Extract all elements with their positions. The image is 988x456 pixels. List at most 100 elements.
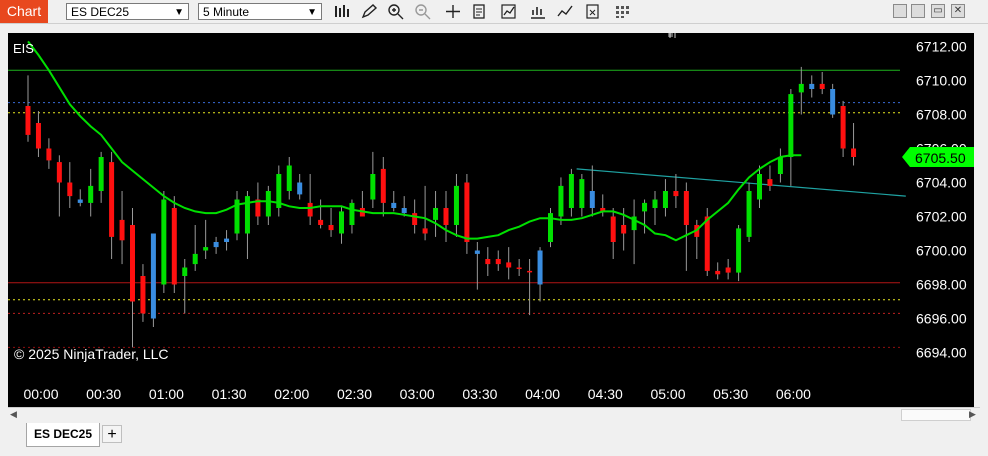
candle-60: [652, 191, 658, 225]
add-tab-button[interactable]: +: [102, 425, 122, 443]
candle-71: [767, 165, 773, 191]
instrument-selector[interactable]: ES DEC25 ▼: [66, 3, 189, 20]
pencil-icon[interactable]: [360, 3, 378, 20]
candle-body: [391, 202, 397, 208]
candle-body: [715, 270, 721, 275]
candle-64: [694, 219, 700, 259]
grid-icon[interactable]: [613, 3, 631, 20]
candle-22: [255, 182, 261, 225]
candle-body: [140, 276, 146, 314]
candle-17: [203, 219, 209, 259]
close-icon[interactable]: ✕: [951, 4, 965, 18]
candle-50: [548, 208, 553, 248]
candle-74: [798, 66, 804, 115]
candle-45: [495, 250, 501, 271]
price-chart[interactable]: 6712.006710.006708.006706.006704.006702.…: [8, 33, 974, 407]
candle-59: [642, 199, 648, 234]
candle-36: [401, 196, 407, 217]
candle-76: [819, 72, 825, 95]
data-box-icon[interactable]: [471, 3, 489, 20]
candle-body: [642, 202, 648, 212]
candle-body: [568, 174, 574, 208]
indicators-icon[interactable]: [500, 3, 518, 20]
horizontal-scrollbar[interactable]: ◀ ▶: [8, 407, 980, 422]
x-tick-label: 01:30: [212, 386, 247, 402]
chevron-down-icon: ▼: [307, 7, 317, 18]
x-tick-label: 02:00: [274, 386, 309, 402]
strategies-icon[interactable]: [529, 3, 547, 20]
x-tick-label: 02:30: [337, 386, 372, 402]
y-tick-label: 6710.00: [916, 73, 967, 89]
candle-body: [119, 219, 125, 241]
candle-33: [370, 151, 376, 208]
candle-body: [307, 202, 313, 217]
y-tick-label: 6712.00: [916, 39, 967, 55]
x-tick-label: 03:30: [462, 386, 497, 402]
candle-42: [464, 174, 470, 254]
candle-body: [830, 89, 836, 115]
price-badge: 6705.50: [902, 147, 974, 167]
candle-body: [506, 262, 512, 268]
scroll-thumb[interactable]: [901, 409, 971, 421]
candle-9: [119, 191, 125, 265]
candle-25: [286, 157, 292, 200]
candle-48: [527, 259, 533, 316]
candle-body: [527, 270, 533, 273]
tab-es-dec25[interactable]: ES DEC25: [26, 423, 100, 447]
candle-body: [704, 216, 710, 271]
chart-trader-icon[interactable]: [556, 3, 574, 20]
candle-31: [349, 199, 355, 234]
candle-41: [453, 174, 459, 237]
candle-29: [328, 208, 334, 237]
bar-style-icon[interactable]: [333, 3, 351, 20]
candle-56: [610, 208, 616, 259]
candle-body: [798, 83, 804, 93]
chevron-down-icon: ▼: [174, 7, 184, 18]
candle-body: [485, 259, 491, 265]
candle-53: [579, 174, 585, 217]
crosshair-icon[interactable]: [444, 3, 462, 20]
scroll-right-icon[interactable]: ▶: [969, 409, 976, 420]
candle-body: [495, 259, 501, 265]
candle-78: [840, 100, 846, 157]
candle-49: [537, 247, 543, 302]
candle-body: [757, 174, 762, 200]
maximize-icon[interactable]: ▭: [931, 4, 945, 18]
candle-12: [150, 233, 156, 327]
candle-77: [830, 83, 836, 118]
candle-13: [161, 191, 167, 293]
candle-6: [88, 168, 94, 217]
candle-5: [77, 189, 83, 207]
candle-body: [224, 238, 230, 242]
instrument-label: EIS: [13, 41, 34, 56]
candle-body: [35, 123, 41, 149]
candle-15: [182, 259, 188, 314]
candle-body: [286, 165, 292, 191]
chart-tab[interactable]: Chart: [0, 0, 48, 23]
candle-body: [589, 191, 595, 208]
trendline[interactable]: [576, 168, 906, 197]
zoom-out-icon[interactable]: [414, 3, 432, 20]
zoom-in-icon[interactable]: [387, 3, 405, 20]
candle-body: [683, 191, 689, 225]
restore-icon[interactable]: [911, 4, 925, 18]
candle-body: [88, 185, 94, 203]
candle-body: [788, 94, 794, 157]
candle-body: [150, 233, 156, 319]
minimize-icon[interactable]: [893, 4, 907, 18]
chart-panel[interactable]: 6712.006710.006708.006706.006704.006702.…: [8, 33, 974, 407]
candle-21: [244, 191, 250, 259]
interval-selector[interactable]: 5 Minute ▼: [198, 3, 322, 20]
candle-11: [140, 264, 146, 322]
candle-body: [443, 208, 449, 225]
candle-26: [297, 174, 303, 200]
candle-body: [464, 182, 470, 242]
candle-54: [589, 165, 595, 217]
candle-body: [56, 162, 62, 183]
candle-body: [725, 267, 731, 273]
scroll-left-icon[interactable]: ◀: [10, 409, 17, 420]
candle-body: [767, 179, 773, 186]
properties-icon[interactable]: [584, 3, 602, 20]
candle-body: [98, 157, 104, 191]
candle-body: [67, 182, 73, 197]
